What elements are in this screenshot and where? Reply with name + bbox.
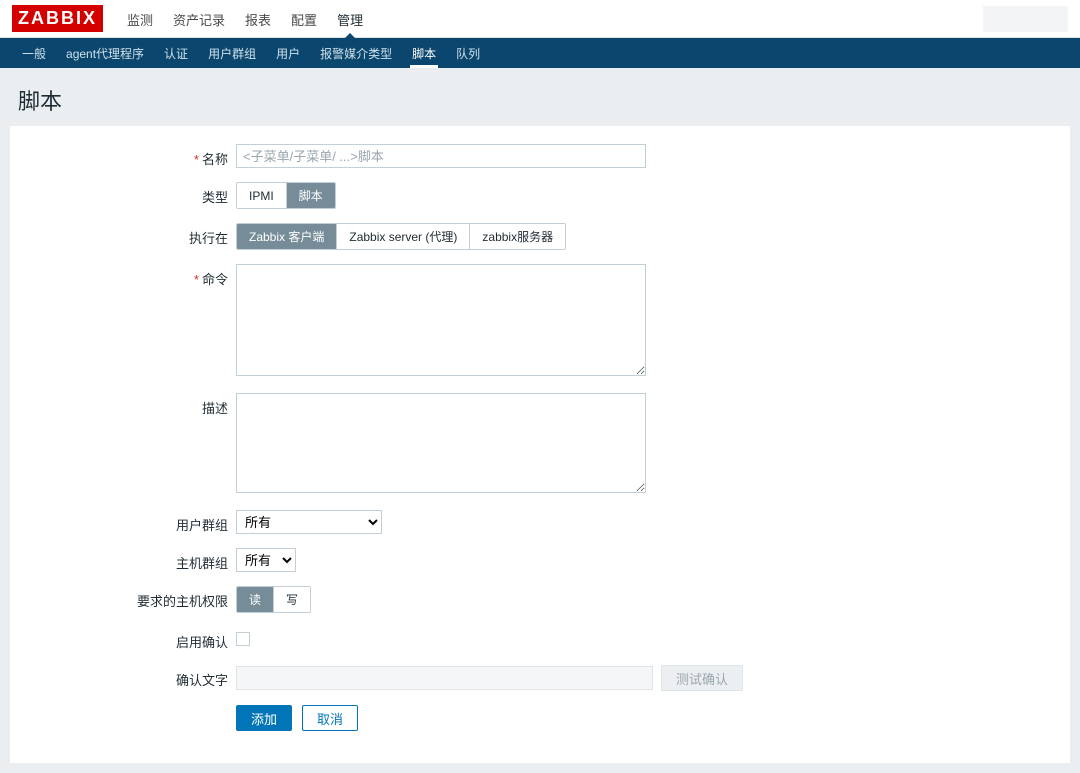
- type-toggle: IPMI 脚本: [236, 182, 336, 209]
- enable-confirm-label: 启用确认: [10, 627, 236, 651]
- host-perm-label: 要求的主机权限: [10, 586, 236, 610]
- description-label: 描述: [10, 393, 236, 417]
- host-group-select[interactable]: 所有: [236, 548, 296, 572]
- submit-button[interactable]: 添加: [236, 705, 292, 731]
- name-input[interactable]: [236, 144, 646, 168]
- sub-nav-queue[interactable]: 队列: [446, 38, 490, 68]
- top-menu-inventory[interactable]: 资产记录: [163, 0, 235, 38]
- command-textarea[interactable]: [236, 264, 646, 376]
- sub-nav-auth[interactable]: 认证: [154, 38, 198, 68]
- page-title: 脚本: [0, 68, 1080, 126]
- host-perm-write[interactable]: 写: [274, 587, 310, 612]
- script-form: *名称 类型 IPMI 脚本 执行在 Zabbix 客户端 Zabbix ser…: [10, 126, 1070, 763]
- type-option-ipmi[interactable]: IPMI: [237, 183, 287, 208]
- test-confirm-button: 测试确认: [661, 665, 743, 691]
- execute-on-proxy[interactable]: Zabbix server (代理): [337, 224, 470, 249]
- top-header: ZABBIX 监测 资产记录 报表 配置 管理: [0, 0, 1080, 38]
- confirm-text-input: [236, 666, 653, 690]
- type-option-script[interactable]: 脚本: [287, 183, 335, 208]
- sub-nav-general[interactable]: 一般: [12, 38, 56, 68]
- top-menu-reports[interactable]: 报表: [235, 0, 281, 38]
- execute-on-toggle: Zabbix 客户端 Zabbix server (代理) zabbix服务器: [236, 223, 566, 250]
- user-group-label: 用户群组: [10, 510, 236, 534]
- sub-nav-scripts[interactable]: 脚本: [402, 38, 446, 68]
- execute-on-agent[interactable]: Zabbix 客户端: [237, 224, 337, 249]
- sub-nav-mediatypes[interactable]: 报警媒介类型: [310, 38, 402, 68]
- sub-nav-users[interactable]: 用户: [266, 38, 310, 68]
- top-menu-configuration[interactable]: 配置: [281, 0, 327, 38]
- user-group-select[interactable]: 所有: [236, 510, 382, 534]
- host-perm-read[interactable]: 读: [237, 587, 274, 612]
- name-label: *名称: [10, 144, 236, 168]
- top-menu-administration[interactable]: 管理: [327, 0, 373, 38]
- sub-nav-usergroups[interactable]: 用户群组: [198, 38, 266, 68]
- execute-on-label: 执行在: [10, 223, 236, 247]
- top-menu-monitoring[interactable]: 监测: [117, 0, 163, 38]
- sub-nav: 一般 agent代理程序 认证 用户群组 用户 报警媒介类型 脚本 队列: [0, 38, 1080, 68]
- host-perm-toggle: 读 写: [236, 586, 311, 613]
- top-menu: 监测 资产记录 报表 配置 管理: [117, 0, 373, 37]
- confirm-text-label: 确认文字: [10, 665, 236, 689]
- command-label: *命令: [10, 264, 236, 288]
- type-label: 类型: [10, 182, 236, 206]
- host-group-label: 主机群组: [10, 548, 236, 572]
- zabbix-logo[interactable]: ZABBIX: [12, 5, 103, 32]
- header-search-input[interactable]: [983, 6, 1068, 32]
- execute-on-server[interactable]: zabbix服务器: [470, 224, 565, 249]
- sub-nav-proxies[interactable]: agent代理程序: [56, 38, 154, 68]
- enable-confirm-checkbox[interactable]: [236, 632, 250, 646]
- description-textarea[interactable]: [236, 393, 646, 493]
- cancel-button[interactable]: 取消: [302, 705, 358, 731]
